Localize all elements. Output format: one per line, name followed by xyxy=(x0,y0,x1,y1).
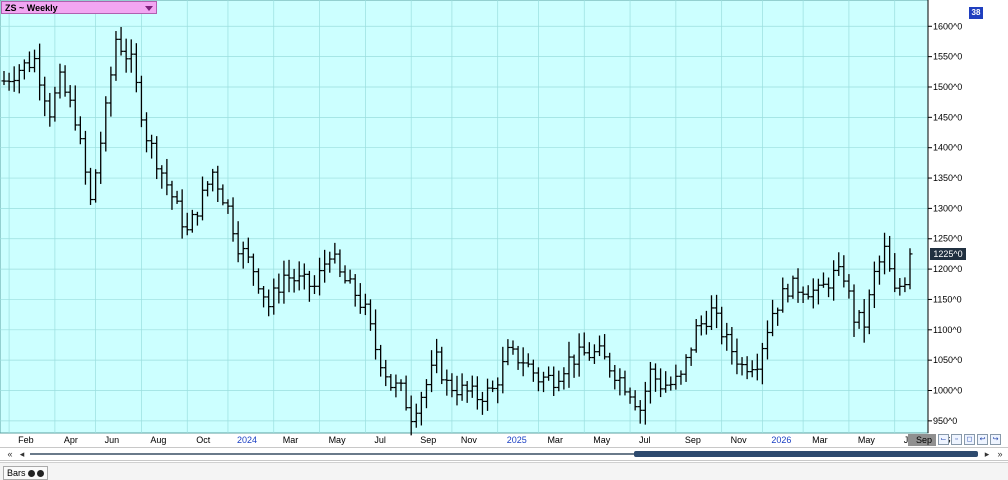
y-tick-label: 1000^0 xyxy=(933,386,962,396)
circle-icon xyxy=(36,470,44,477)
x-tick-label: May xyxy=(593,435,611,445)
y-tick-label: 1200^0 xyxy=(933,264,962,274)
x-tick-label: Oct xyxy=(196,435,211,445)
circle-icon xyxy=(27,470,35,477)
symbol-title-box[interactable]: ZS ~ Weekly xyxy=(1,1,157,14)
x-tick-label: Jun xyxy=(105,435,120,445)
y-axis: 950^0 1000^0 1050^0 1100^0 1150^0 1200^0 1250^… xyxy=(927,0,962,433)
y-tick-label: 1600^0 xyxy=(933,21,962,31)
x-tick-label: May xyxy=(858,435,876,445)
y-tick-label: 1450^0 xyxy=(933,112,962,122)
bottom-tab-bar: Bars xyxy=(0,462,1008,480)
x-tick-label: Sep xyxy=(685,435,701,445)
nav-back-icon[interactable]: ↩ xyxy=(977,434,988,445)
y-tick-label: 1150^0 xyxy=(933,294,962,304)
plot-area xyxy=(0,0,929,434)
nav-home-icon[interactable]: ⌙ xyxy=(938,434,949,445)
x-tick-label: 2025 xyxy=(507,435,527,445)
symbol-title: ZS ~ Weekly xyxy=(5,3,58,13)
bars-tab[interactable]: Bars xyxy=(3,466,48,480)
x-tick-label: Feb xyxy=(18,435,34,445)
nav-forward-icon[interactable]: ↪ xyxy=(990,434,1001,445)
price-chart: 950^0 1000^0 1050^0 1100^0 1150^0 1200^0 1250^… xyxy=(0,0,962,445)
y-tick-label: 1350^0 xyxy=(933,173,962,183)
y-tick-label: 950^0 xyxy=(933,416,957,426)
x-tick-label: Mar xyxy=(283,435,299,445)
x-tick-label: Nov xyxy=(461,435,478,445)
scroll-next-icon[interactable]: ▸ xyxy=(981,449,993,460)
y-tick-label: 1250^0 xyxy=(933,234,962,244)
x-tick-label: May xyxy=(329,435,347,445)
x-tick-label: Jul xyxy=(639,435,651,445)
nav-grid-icon[interactable]: ◻ xyxy=(964,434,975,445)
last-price-tag: 1225^0 xyxy=(930,247,966,260)
x-axis: Feb Apr Jun Aug Oct 2024 Mar May Jul Sep Nov 2025 Ma… xyxy=(18,435,960,445)
nav-box-icon[interactable]: ▫ xyxy=(951,434,962,445)
y-tick-label: 1300^0 xyxy=(933,203,962,213)
dropdown-arrow-icon[interactable] xyxy=(145,6,153,11)
bars-tab-label: Bars xyxy=(7,468,26,478)
y-tick-label: 1550^0 xyxy=(933,52,962,62)
x-tick-label: Mar xyxy=(547,435,563,445)
x-tick-label: Aug xyxy=(150,435,166,445)
time-scrollbar[interactable]: « ◂ ▸ » xyxy=(0,447,1008,461)
x-tick-label: Jul xyxy=(374,435,386,445)
y-tick-label: 1100^0 xyxy=(933,325,962,335)
scroll-first-icon[interactable]: « xyxy=(4,449,16,460)
bar-count-badge: 38 xyxy=(969,7,983,19)
x-tick-label: Nov xyxy=(731,435,748,445)
date-readout-label: Sep xyxy=(916,435,933,445)
scroll-prev-icon[interactable]: ◂ xyxy=(16,449,28,460)
x-tick-label: 2026 xyxy=(771,435,791,445)
x-tick-label: Mar xyxy=(812,435,828,445)
x-tick-label: 2024 xyxy=(237,435,257,445)
y-tick-label: 1500^0 xyxy=(933,82,962,92)
scroll-last-icon[interactable]: » xyxy=(994,449,1006,460)
scroll-thumb[interactable] xyxy=(634,451,978,457)
x-tick-label: Sep xyxy=(420,435,436,445)
x-tick-label: Apr xyxy=(64,435,78,445)
y-tick-label: 1050^0 xyxy=(933,355,962,365)
y-tick-label: 1400^0 xyxy=(933,143,962,153)
